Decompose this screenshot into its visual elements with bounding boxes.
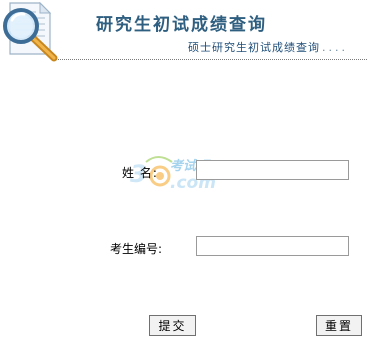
- header-divider: [58, 59, 367, 60]
- magnifier-document-icon: [3, 1, 58, 62]
- subtitle-dots: ....: [322, 41, 348, 54]
- reset-button[interactable]: 重置: [316, 315, 362, 336]
- subtitle-text: 硕士研究生初试成绩查询: [188, 41, 320, 54]
- submit-button[interactable]: 提交: [149, 315, 196, 336]
- exam-number-input[interactable]: [196, 236, 349, 256]
- page-subtitle: 硕士研究生初试成绩查询....: [188, 39, 348, 55]
- page-title: 研究生初试成绩查询: [96, 15, 267, 35]
- name-input[interactable]: [196, 160, 349, 180]
- name-label: 姓 名:: [122, 166, 158, 180]
- page-header: 研究生初试成绩查询 硕士研究生初试成绩查询....: [0, 0, 367, 62]
- exam-number-label: 考生编号:: [110, 242, 163, 256]
